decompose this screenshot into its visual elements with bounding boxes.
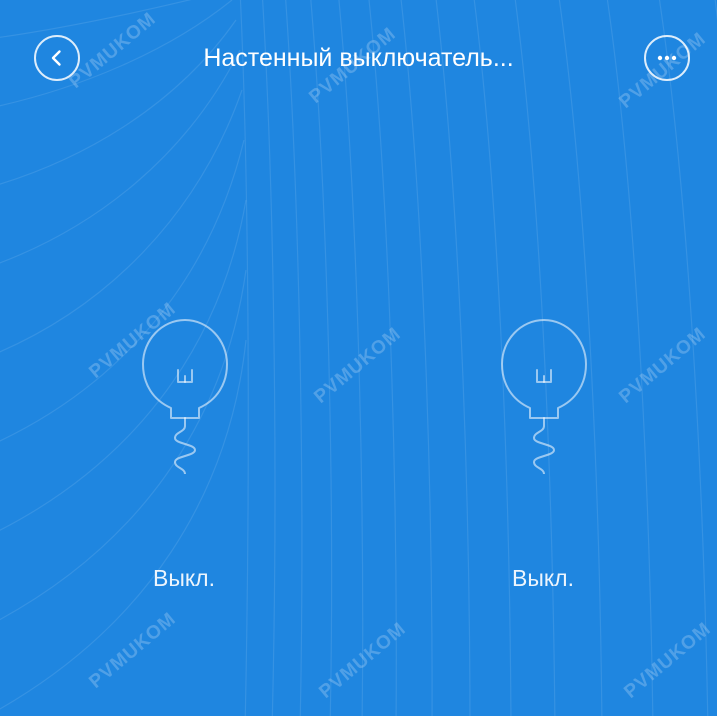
more-options-button[interactable]: [644, 35, 690, 81]
switch-state-label: Выкл.: [511, 565, 574, 591]
light-bulb-icon: [142, 319, 228, 474]
more-horizontal-icon: [657, 55, 677, 61]
top-bar: Настенный выключатель...: [0, 0, 717, 112]
device-screen: PVMUKOM PVMUKOM PVMUKOM PVMUKOM PVMUKOM …: [0, 0, 717, 716]
switch-left[interactable]: Выкл.: [54, 300, 314, 630]
light-bulb-icon: [501, 319, 587, 474]
switch-state-label: Выкл.: [152, 565, 215, 591]
chevron-left-icon: [51, 50, 61, 66]
back-button[interactable]: [34, 35, 80, 81]
page-title: Настенный выключатель...: [203, 44, 514, 72]
switch-right[interactable]: Выкл.: [413, 300, 673, 630]
